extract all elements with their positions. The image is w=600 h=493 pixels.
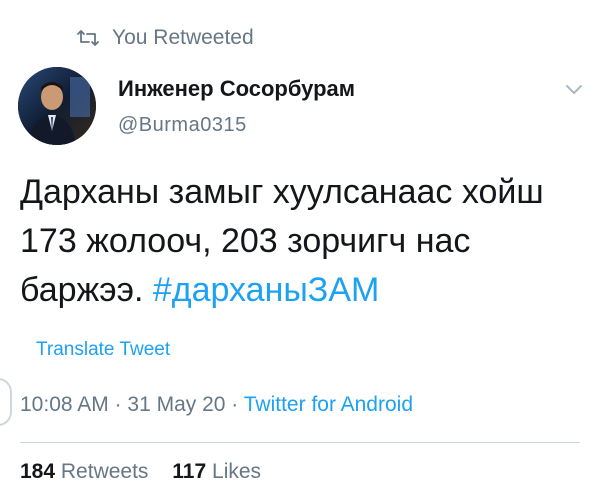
tweet-date: 31 May 20 <box>127 393 226 416</box>
divider <box>20 442 580 443</box>
tweet-text: Дарханы замыг хуулсанаас хойш 173 жолооч… <box>20 168 590 315</box>
retweets-count: 184 <box>20 460 56 483</box>
retweet-icon <box>76 28 100 48</box>
avatar[interactable] <box>18 67 96 145</box>
translate-tweet-link[interactable]: Translate Tweet <box>36 339 170 361</box>
tweet-source-link[interactable]: Twitter for Android <box>244 393 413 416</box>
author-handle[interactable]: @Burma0315 <box>118 110 355 140</box>
tweet-author[interactable]: Инженер Сосорбурам @Burma0315 <box>118 74 355 140</box>
retweet-context: You Retweeted <box>76 24 254 52</box>
hashtag-link[interactable]: #дарханыЗАМ <box>153 271 379 309</box>
retweets-label: Retweets <box>60 460 149 483</box>
edge-panel-handle[interactable] <box>0 378 12 426</box>
tweet-meta: 10:08 AM · 31 May 20 · Twitter for Andro… <box>20 393 413 417</box>
author-display-name[interactable]: Инженер Сосорбурам <box>118 74 355 104</box>
likes-stat[interactable]: 117 Likes <box>172 460 261 483</box>
retweets-stat[interactable]: 184 Retweets <box>20 460 148 483</box>
meta-separator: · <box>108 393 128 416</box>
chevron-down-icon[interactable] <box>564 82 584 96</box>
tweet-stats: 184 Retweets 117 Likes <box>20 460 279 484</box>
retweet-context-label: You Retweeted <box>112 26 254 49</box>
likes-count: 117 <box>172 460 207 483</box>
tweet-time: 10:08 AM <box>20 393 109 416</box>
meta-separator: · <box>225 393 244 416</box>
likes-label: Likes <box>212 460 262 483</box>
